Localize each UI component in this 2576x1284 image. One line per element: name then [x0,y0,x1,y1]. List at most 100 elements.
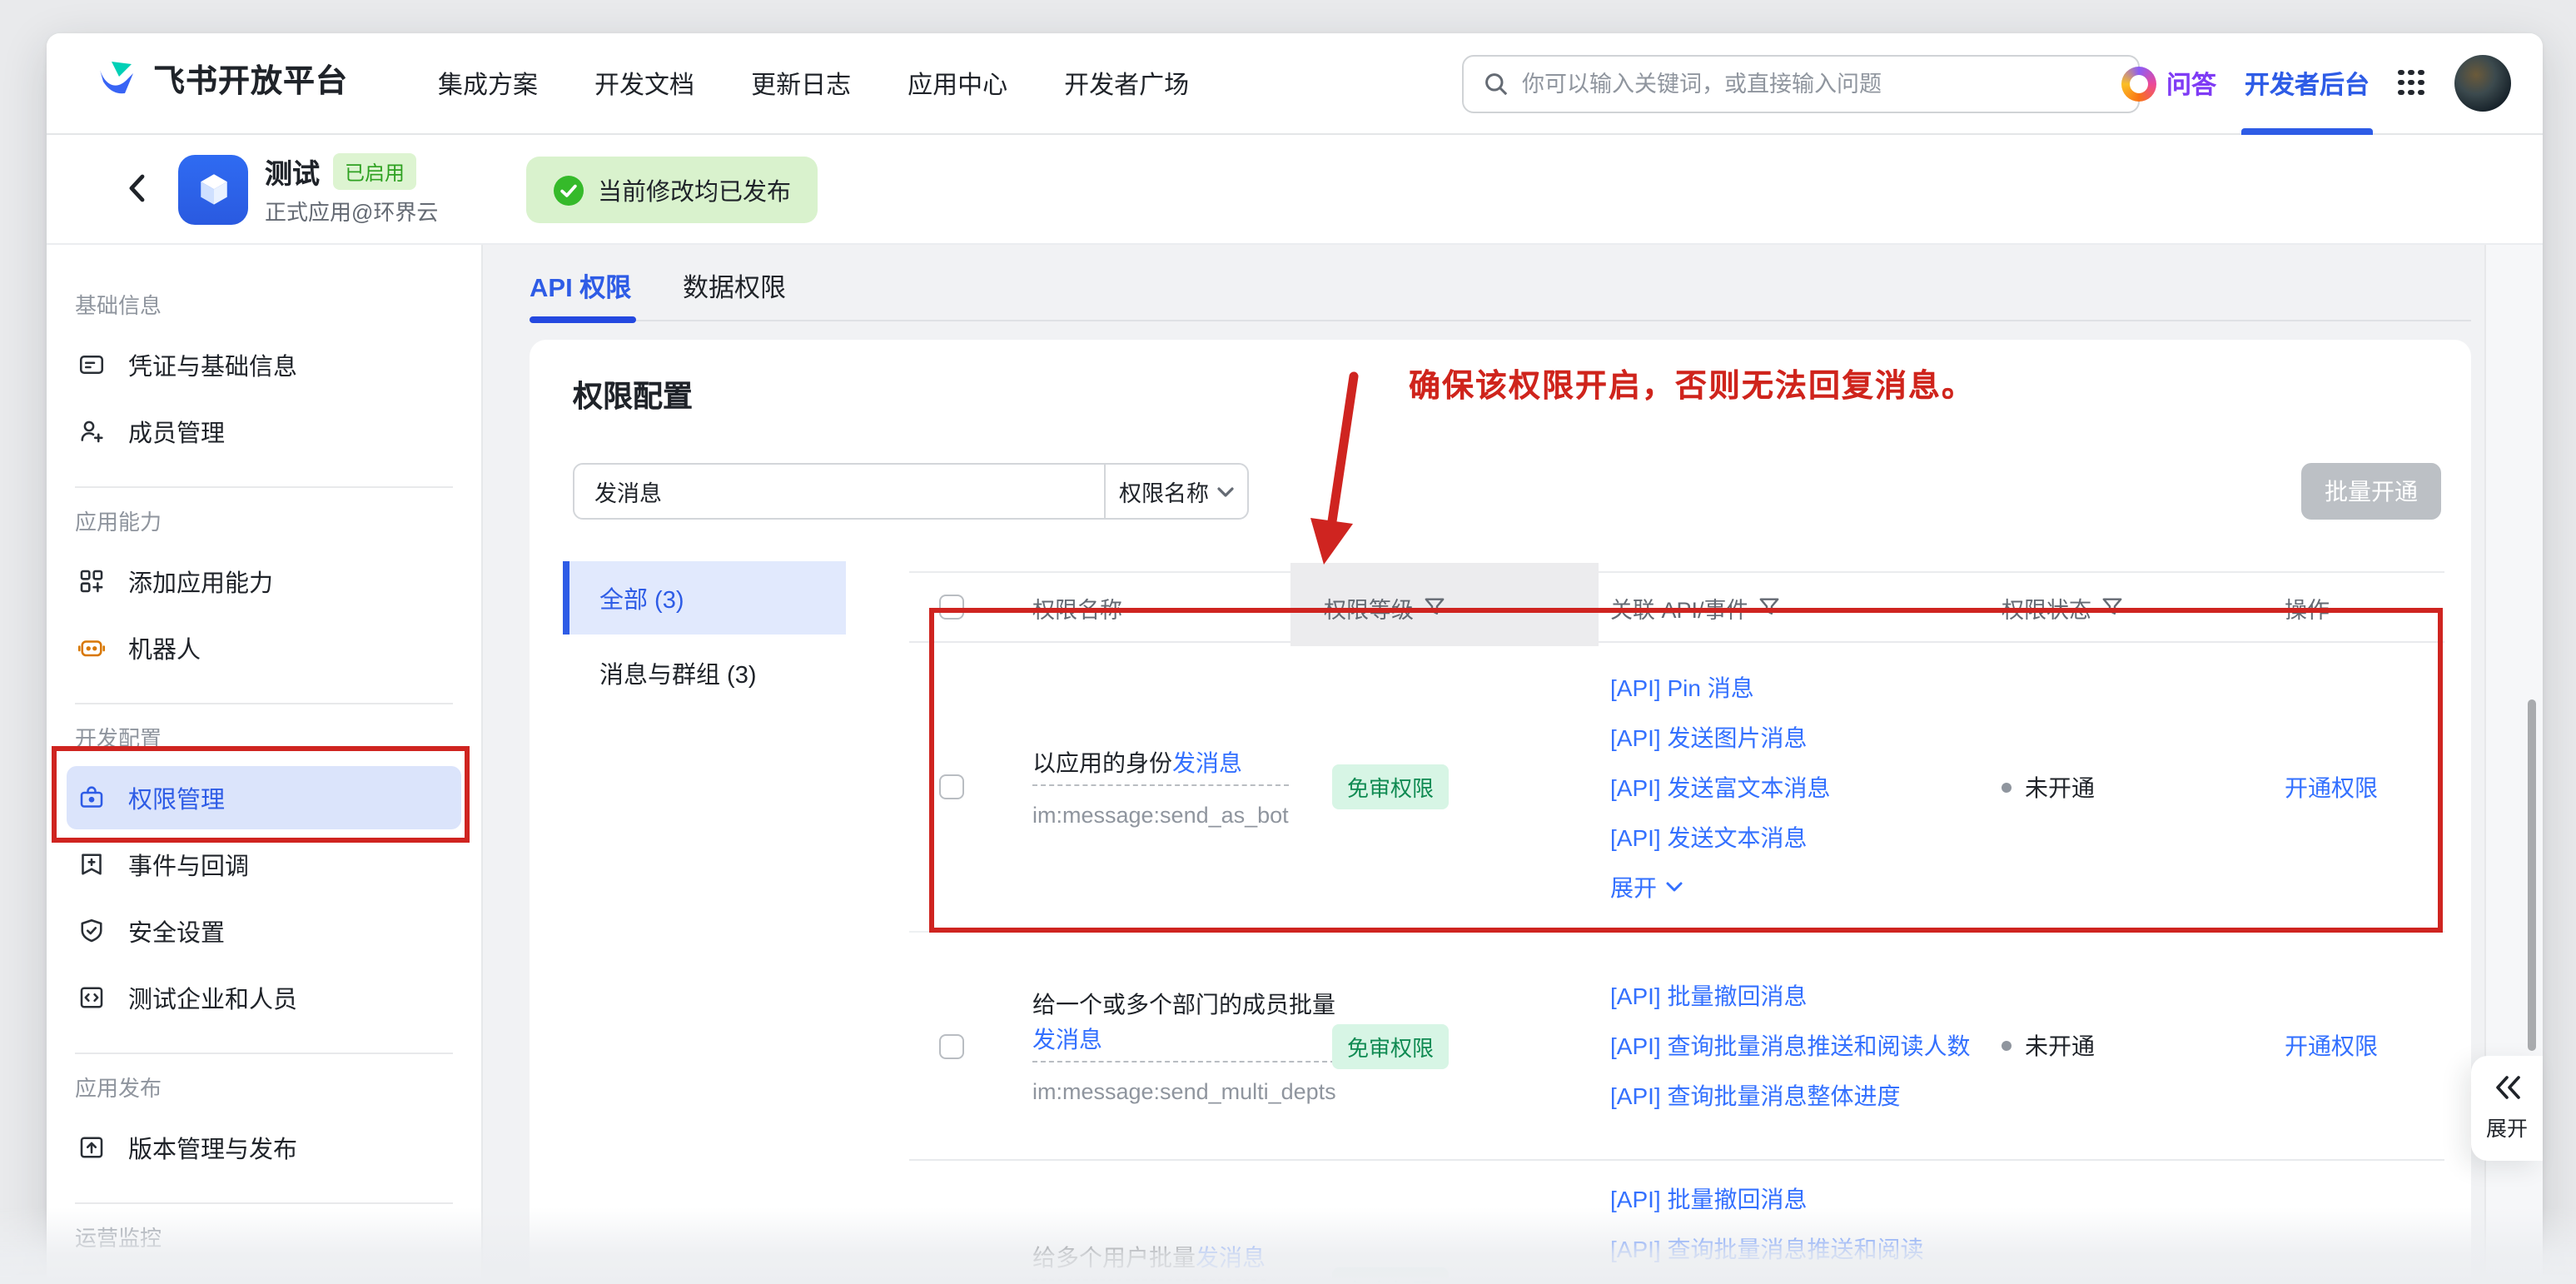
nav-item-devplaza[interactable]: 开发者广场 [1064,66,1189,101]
credential-card-icon [77,350,107,380]
active-tab-indicator [2241,128,2373,134]
expand-apis-link[interactable]: 展开 [1610,868,2007,905]
api-link[interactable]: [API] 发送文本消息 [1610,819,2007,855]
api-link[interactable]: [API] 批量撤回消息 [1610,978,2007,1014]
sidebar-item-label: 成员管理 [128,414,225,449]
sidebar-divider [75,486,453,488]
permission-briefcase-icon [77,783,107,813]
global-search-box[interactable] [1462,55,2140,113]
filter-message-group[interactable]: 消息与群组 (3) [563,643,846,703]
nav-item-changelog[interactable]: 更新日志 [751,66,851,101]
navbar-right: 问答 开发者后台 [2121,33,2511,133]
active-filter-bar [563,561,569,635]
sidebar-item-events[interactable]: 事件与回调 [67,833,461,896]
nav-menu: 集成方案 开发文档 更新日志 应用中心 开发者广场 [438,33,1189,133]
qa-link[interactable]: 问答 [2121,66,2216,101]
feishu-logo-icon [97,57,140,101]
permission-name-link[interactable]: 发消息 [1196,1244,1266,1271]
sidebar-item-label: 测试企业和人员 [128,980,297,1015]
vertical-scrollbar[interactable] [2528,699,2536,1051]
selector-value: 权限名称 [1119,475,1209,508]
api-link[interactable]: [API] 发送图片消息 [1610,719,2007,755]
header-related-api[interactable]: 关联 API/事件 [1610,573,1781,641]
feishu-logo[interactable]: 飞书开放平台 [97,57,348,102]
sidebar-item-add-capability[interactable]: 添加应用能力 [67,550,461,613]
logo-title: 飞书开放平台 [153,57,348,102]
search-input[interactable] [1522,72,2118,97]
add-capability-icon [77,566,107,596]
sidebar-divider [75,1202,453,1204]
open-permission-link[interactable]: 开通权限 [2285,770,2378,804]
api-link[interactable]: [API] 查询批量消息整体进度 [1610,1077,2007,1114]
sidebar-item-test-enterprise[interactable]: 测试企业和人员 [67,966,461,1029]
row-checkbox[interactable] [939,774,964,799]
permission-search-input[interactable] [574,465,1104,518]
filter-all[interactable]: 全部 (3) [563,561,846,635]
sidebar-item-permissions[interactable]: 权限管理 [67,766,461,829]
level-badge: 免审权限 [1332,764,1449,809]
back-icon[interactable] [120,170,157,207]
header-permission-status[interactable]: 权限状态 [2002,573,2123,641]
sidebar-item-members[interactable]: 成员管理 [67,400,461,463]
cube-icon [191,167,236,212]
nav-item-integration[interactable]: 集成方案 [438,66,538,101]
sidebar-item-label: 版本管理与发布 [128,1130,297,1165]
table-row: 以应用的身份发消息 im:message:send_as_bot 免审权限 [A… [909,643,2444,933]
code-brackets-icon [77,983,107,1013]
bulk-open-button[interactable]: 批量开通 [2301,463,2441,520]
check-circle-icon [553,174,584,206]
level-badge: 免审权限 [1332,1023,1449,1068]
tab-data-permission[interactable]: 数据权限 [683,268,786,305]
sidebar-item-security[interactable]: 安全设置 [67,899,461,963]
table-header: 权限名称 权限等级 关联 API/事件 权限状态 [909,571,2444,643]
sidebar-divider [75,1053,453,1054]
permission-name-link[interactable]: 发消息 [1032,1026,1102,1053]
filter-label: 全部 (3) [599,580,684,615]
api-link[interactable]: [API] 查询批量消息推送和阅读人数 [1610,1028,2007,1064]
permission-name[interactable]: 给一个或多个部门的成员批量发消息 [1032,988,1336,1063]
tab-api-permission[interactable]: API 权限 [530,268,631,305]
table-row: 给一个或多个部门的成员批量发消息 im:message:send_multi_d… [909,933,2444,1161]
publish-status-pill: 当前修改均已发布 [526,157,818,223]
screenshot-stage: 飞书开放平台 集成方案 开发文档 更新日志 应用中心 开发者广场 [0,0,2576,1284]
member-add-icon [77,416,107,446]
sidebar-item-version-release[interactable]: 版本管理与发布 [67,1116,461,1179]
sidebar-item-label: 凭证与基础信息 [128,347,297,382]
nav-item-docs[interactable]: 开发文档 [594,66,694,101]
permission-name[interactable]: 给多个用户批量发消息 [1032,1241,1266,1281]
permission-name-link[interactable]: 发消息 [1172,749,1242,776]
api-link[interactable]: [API] Pin 消息 [1610,669,2007,705]
expand-panel-button[interactable]: 展开 [2471,1056,2543,1161]
publish-status-text: 当前修改均已发布 [598,172,791,207]
select-all-checkbox[interactable] [939,595,964,620]
row-checkbox[interactable] [939,1033,964,1058]
api-link[interactable]: [API] 发送富文本消息 [1610,769,2007,805]
avatar[interactable] [2454,55,2511,112]
permission-config-card: 权限配置 权限名称 批量开通 确保该权限开启，否则无法回复消息。 [530,340,2471,1284]
permission-search-group: 权限名称 [573,463,1249,520]
apps-grid-icon[interactable] [2398,69,2426,97]
api-link[interactable]: [API] 查询批量消息推送和阅读 [1610,1231,2007,1267]
sidebar: 基础信息 凭证与基础信息 成员管理 [47,245,483,1284]
sidebar-divider [75,703,453,704]
permission-name[interactable]: 以应用的身份发消息 [1032,746,1289,786]
open-permission-link[interactable]: 开通权限 [2285,1029,2378,1063]
search-field-selector[interactable]: 权限名称 [1104,465,1247,518]
qa-ring-icon [2121,66,2156,101]
sidebar-section-monitor: 运营监控 [75,1221,481,1252]
header-permission-level[interactable]: 权限等级 [1324,573,1445,641]
qa-label: 问答 [2166,66,2216,101]
shield-check-icon [77,916,107,946]
app-header: 测试 已启用 正式应用@环界云 当前修改均已发布 [47,135,2543,245]
search-icon [1484,72,1509,97]
permission-code: im:message:send_multi_depts [1032,1079,1336,1104]
sidebar-item-bot[interactable]: 机器人 [67,616,461,679]
sidebar-item-label: 添加应用能力 [128,564,273,599]
sidebar-item-credentials[interactable]: 凭证与基础信息 [67,333,461,396]
publish-up-icon [77,1132,107,1162]
annotation-arrow [1309,366,1375,573]
developer-console-link[interactable]: 开发者后台 [2245,32,2370,134]
nav-item-appcenter[interactable]: 应用中心 [908,66,1007,101]
filter-funnel-icon [1424,596,1445,618]
api-link[interactable]: [API] 批量撤回消息 [1610,1181,2007,1217]
